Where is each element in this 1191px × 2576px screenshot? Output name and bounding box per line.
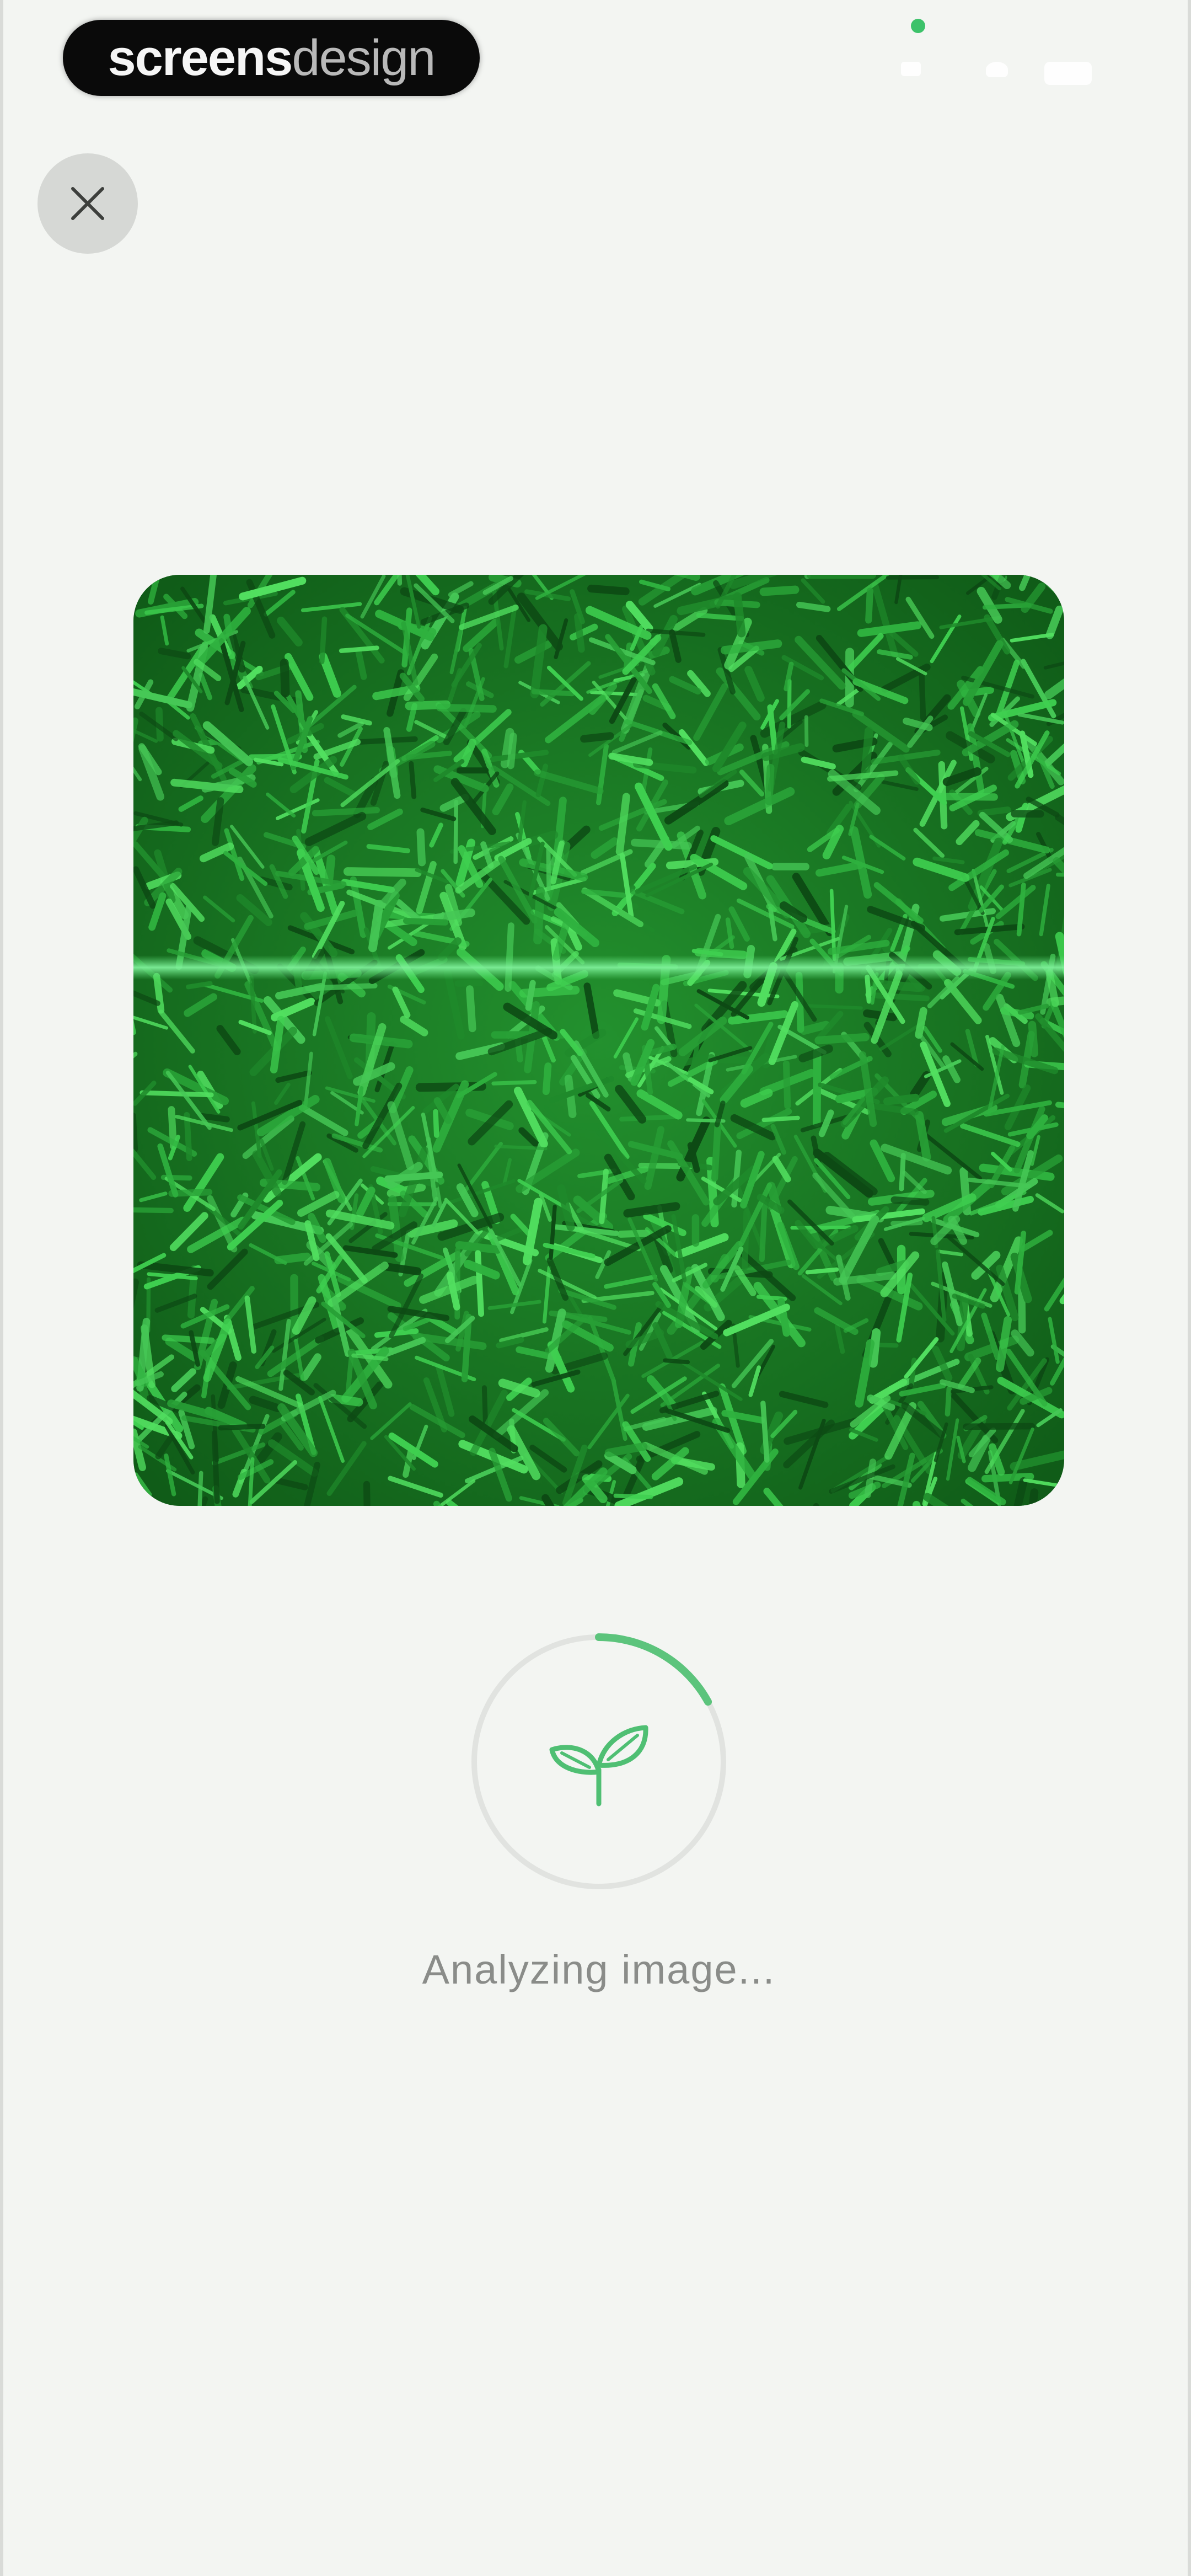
app-screen: screens design Analyzing image... [0,0,1191,2576]
signal-icon [901,62,921,76]
wifi-icon [986,62,1008,77]
sprout-icon [549,1725,648,1807]
brand-watermark: screens design [63,20,480,96]
recording-indicator-dot [911,19,925,33]
brand-light-text: design [292,29,436,86]
brand-strong-text: screens [108,29,293,86]
close-button[interactable] [37,153,138,254]
close-icon [71,187,104,220]
battery-icon [1044,62,1092,85]
scanned-photo [133,575,1064,1506]
analyzing-status-text: Analyzing image... [422,1947,776,1992]
scan-line [133,955,1064,980]
status-bar: screens design [3,0,1191,116]
